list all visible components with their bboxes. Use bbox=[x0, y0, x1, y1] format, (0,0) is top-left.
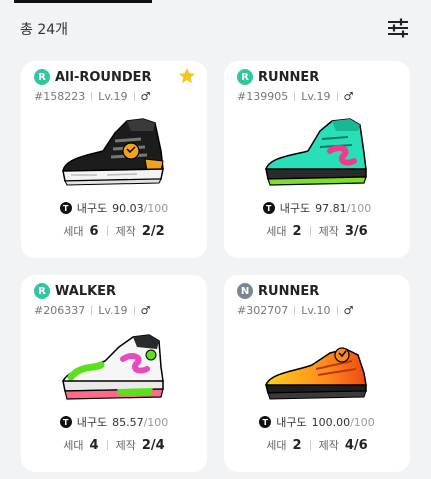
grade-badge: N bbox=[237, 283, 253, 299]
sneaker-level: Lv.19 bbox=[98, 90, 128, 103]
grade-badge: R bbox=[237, 69, 253, 85]
divider bbox=[106, 226, 108, 236]
high-top-teal-pink-sneaker-icon bbox=[265, 118, 367, 186]
divider bbox=[309, 226, 311, 236]
durability-icon: T bbox=[262, 202, 275, 214]
crafting-label: 제작 bbox=[115, 225, 136, 238]
crafting-label: 제작 bbox=[115, 439, 136, 452]
generation-value: 2 bbox=[292, 437, 302, 453]
crafting-label: 제작 bbox=[318, 439, 339, 452]
gender-icon: ♂ bbox=[343, 304, 354, 317]
durability-row: T 내구도 100.00 /100 bbox=[224, 414, 410, 430]
sneaker-meta: #139905 Lv.19 ♂ bbox=[237, 90, 353, 103]
sneaker-type: All-ROUNDER bbox=[55, 69, 152, 85]
generation-value: 6 bbox=[89, 223, 99, 239]
durability-value: 90.03 bbox=[112, 201, 144, 215]
durability-row: T 내구도 85.57 /100 bbox=[21, 414, 207, 430]
sneaker-type: RUNNER bbox=[258, 283, 320, 299]
grade-badge: R bbox=[34, 69, 50, 85]
crafting-value: 2/2 bbox=[141, 223, 165, 239]
sneaker-type: WALKER bbox=[55, 283, 117, 299]
filter-icon[interactable] bbox=[386, 17, 410, 39]
card-header: R All-ROUNDER bbox=[34, 69, 152, 85]
generation-label: 세대 bbox=[266, 439, 287, 452]
sneaker-card[interactable]: R All-ROUNDER #158223 Lv.19 ♂ T 내구도 90.0… bbox=[21, 61, 207, 258]
durability-max: /100 bbox=[350, 415, 375, 429]
durability-icon: T bbox=[59, 416, 72, 428]
divider bbox=[336, 92, 338, 101]
white-green-pink-sneaker-icon bbox=[62, 334, 164, 400]
durability-icon: T bbox=[59, 202, 72, 214]
crafting-value: 2/4 bbox=[141, 437, 165, 453]
sneaker-type: RUNNER bbox=[258, 69, 320, 85]
divider bbox=[133, 92, 135, 101]
card-header: R RUNNER bbox=[237, 69, 319, 85]
sneaker-id: #302707 bbox=[237, 304, 289, 317]
durability-label: 내구도 bbox=[76, 416, 108, 429]
durability-value: 97.81 bbox=[315, 201, 347, 215]
durability-label: 내구도 bbox=[76, 202, 108, 215]
divider bbox=[91, 92, 93, 101]
grade-badge: R bbox=[34, 283, 50, 299]
gender-icon: ♂ bbox=[140, 304, 151, 317]
gender-icon: ♂ bbox=[343, 90, 354, 103]
divider bbox=[106, 440, 108, 450]
sneaker-id: #158223 bbox=[34, 90, 86, 103]
durability-label: 내구도 bbox=[279, 202, 311, 215]
durability-value: 100.00 bbox=[311, 415, 351, 429]
generation-value: 2 bbox=[292, 223, 302, 239]
orange-gradient-sneaker-icon bbox=[265, 347, 367, 400]
generation-value: 4 bbox=[89, 437, 99, 453]
sneaker-card[interactable]: R WALKER #206337 Lv.19 ♂ T 내구도 85.57 /10… bbox=[21, 275, 207, 472]
divider bbox=[336, 306, 338, 315]
sneaker-id: #206337 bbox=[34, 304, 86, 317]
durability-label: 내구도 bbox=[276, 416, 307, 429]
generation-label: 세대 bbox=[63, 225, 84, 238]
sneaker-card[interactable]: R RUNNER #139905 Lv.19 ♂ T 내구도 97.81 /10… bbox=[224, 61, 410, 258]
active-tab-indicator bbox=[14, 0, 152, 3]
sneaker-id: #139905 bbox=[237, 90, 289, 103]
stats-row: 세대 2 제작 3/6 bbox=[224, 223, 410, 239]
crafting-label: 제작 bbox=[318, 225, 339, 238]
stats-row: 세대 6 제작 2/2 bbox=[21, 223, 207, 239]
sneaker-meta: #206337 Lv.19 ♂ bbox=[34, 304, 150, 317]
high-top-black-orange-sneaker-icon bbox=[62, 118, 164, 186]
crafting-value: 3/6 bbox=[344, 223, 368, 239]
divider bbox=[309, 440, 311, 450]
gender-icon: ♂ bbox=[140, 90, 151, 103]
durability-row: T 내구도 90.03 /100 bbox=[21, 200, 207, 216]
card-header: R WALKER bbox=[34, 283, 116, 299]
generation-label: 세대 bbox=[63, 439, 84, 452]
sneaker-level: Lv.10 bbox=[301, 304, 331, 317]
durability-max: /100 bbox=[346, 201, 372, 215]
sneaker-meta: #302707 Lv.10 ♂ bbox=[237, 304, 353, 317]
durability-row: T 내구도 97.81 /100 bbox=[224, 200, 410, 216]
divider bbox=[294, 92, 296, 101]
divider bbox=[133, 306, 135, 315]
crafting-value: 4/6 bbox=[344, 437, 368, 453]
stats-row: 세대 4 제작 2/4 bbox=[21, 437, 207, 453]
card-header: N RUNNER bbox=[237, 283, 319, 299]
sneaker-card[interactable]: N RUNNER #302707 Lv.10 ♂ T 내구도 100.00 /1… bbox=[224, 275, 410, 472]
favorite-star-icon[interactable] bbox=[178, 67, 196, 85]
sneaker-level: Lv.19 bbox=[98, 304, 128, 317]
durability-icon: T bbox=[259, 416, 272, 428]
divider bbox=[91, 306, 93, 315]
divider bbox=[294, 306, 296, 315]
durability-value: 85.57 bbox=[112, 415, 144, 429]
generation-label: 세대 bbox=[266, 225, 287, 238]
sneaker-level: Lv.19 bbox=[301, 90, 331, 103]
stats-row: 세대 2 제작 4/6 bbox=[224, 437, 410, 453]
durability-max: /100 bbox=[143, 415, 169, 429]
sneaker-meta: #158223 Lv.19 ♂ bbox=[34, 90, 150, 103]
total-count: 총 24개 bbox=[20, 22, 69, 38]
durability-max: /100 bbox=[143, 201, 169, 215]
